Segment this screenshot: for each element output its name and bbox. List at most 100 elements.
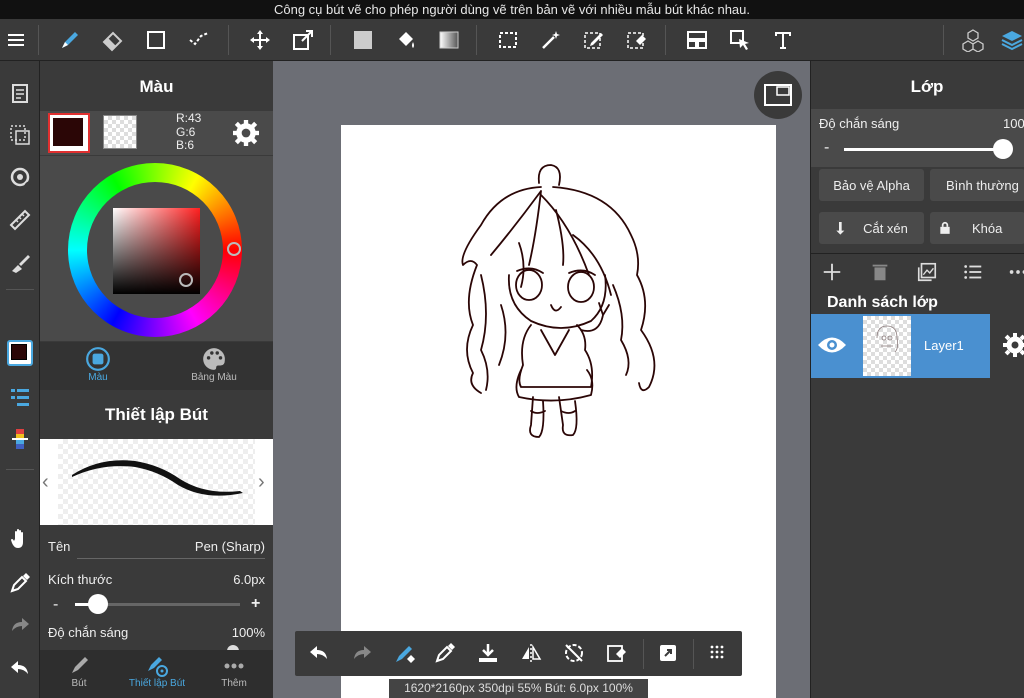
chibi-sketch-illustration: [461, 164, 656, 438]
rotate-canvas-icon[interactable]: [4, 161, 36, 193]
hand-tool-icon[interactable]: [4, 523, 36, 555]
save-download-icon[interactable]: [472, 637, 504, 669]
size-slider-track[interactable]: [75, 594, 240, 614]
material-icon[interactable]: [957, 24, 989, 56]
pen-tool-icon[interactable]: [54, 24, 86, 56]
bucket-tool-icon[interactable]: [390, 24, 422, 56]
layer-settings-gear-icon[interactable]: [1003, 333, 1024, 357]
frame-divider-icon[interactable]: [681, 24, 713, 56]
sv-picker-handle[interactable]: [179, 273, 193, 287]
correction-tool-icon[interactable]: [183, 24, 215, 56]
select-pen-icon[interactable]: [578, 24, 610, 56]
eraser-tool-icon[interactable]: [97, 24, 129, 56]
tab-brush-settings-label: Thiết lập Bút: [128, 678, 186, 689]
hue-picker-handle[interactable]: [227, 242, 241, 256]
add-layer-icon[interactable]: [821, 261, 843, 283]
fill-color-icon[interactable]: [347, 24, 379, 56]
undo-icon[interactable]: [4, 652, 36, 684]
layer-name: Layer1: [924, 338, 964, 353]
ruler-icon[interactable]: [4, 204, 36, 236]
brush-opacity-value: 100%: [231, 625, 265, 640]
eyedropper-icon[interactable]: [429, 637, 461, 669]
layer-row[interactable]: Layer1: [811, 314, 990, 378]
rgb-r-value: R:43: [176, 111, 202, 125]
color-slider-icon[interactable]: [4, 423, 36, 455]
lock-icon: [940, 221, 950, 234]
layer-opacity-knob[interactable]: [993, 139, 1013, 159]
select-tool-icon[interactable]: [492, 24, 524, 56]
view-frame-icon: [764, 84, 792, 106]
shape-tool-icon[interactable]: [140, 24, 172, 56]
lock-button[interactable]: Khóa: [930, 212, 1024, 244]
layers-icon[interactable]: [996, 24, 1024, 56]
filter-brush-icon[interactable]: [4, 247, 36, 279]
color-wheel-area: [40, 155, 273, 341]
layer-opacity-slider[interactable]: [844, 139, 1013, 159]
tab-color[interactable]: Màu: [40, 346, 156, 390]
clipping-label: Cắt xén: [863, 220, 908, 236]
tab-brush-settings[interactable]: Thiết lập Bút: [118, 654, 196, 698]
sub-color-swatch[interactable]: [103, 115, 137, 149]
drawing-canvas[interactable]: [341, 125, 776, 698]
tab-more[interactable]: Thêm: [195, 654, 273, 698]
left-tool-rail: [0, 61, 40, 698]
layer-list-icon[interactable]: [962, 261, 984, 283]
flip-horizontal-icon[interactable]: [515, 637, 547, 669]
tab-brush[interactable]: Bút: [40, 654, 118, 698]
size-decrease-button[interactable]: -: [53, 596, 58, 614]
alpha-protect-button[interactable]: Bảo vệ Alpha: [819, 169, 924, 201]
gradient-tool-icon[interactable]: [433, 24, 465, 56]
layer-opacity-label: Độ chắn sáng: [819, 116, 900, 131]
current-color-swatch[interactable]: [4, 337, 36, 369]
eyedropper-icon[interactable]: [4, 567, 36, 599]
brush-size-value: 6.0px: [233, 572, 265, 587]
more-grid-icon[interactable]: [701, 637, 733, 669]
share-external-icon[interactable]: [652, 637, 684, 669]
transform-tool-icon[interactable]: [287, 24, 319, 56]
rgb-b-value: B:6: [176, 138, 195, 152]
brush-name-label: Tên: [48, 539, 71, 554]
layer-panel: Lớp Độ chắn sáng 100 - Bảo vệ Alpha Bình…: [810, 61, 1024, 698]
brush-size-label: Kích thước: [48, 572, 113, 587]
color-settings-gear-icon[interactable]: [233, 120, 259, 146]
canvas-info-bar: 1620*2160px 350dpi 55% Bút: 6.0px 100%: [389, 679, 648, 698]
clipping-arrow-icon: [836, 222, 845, 235]
tab-palette-label: Bảng Màu: [191, 372, 237, 383]
delete-layer-icon[interactable]: [869, 261, 891, 283]
tab-palette[interactable]: Bảng Màu: [156, 346, 272, 390]
select-eraser-icon[interactable]: [621, 24, 653, 56]
menu-icon[interactable]: [0, 24, 32, 56]
more-dots-icon: [224, 663, 244, 669]
move-tool-icon[interactable]: [244, 24, 276, 56]
view-toggle-button[interactable]: [754, 71, 802, 119]
size-increase-button[interactable]: +: [251, 595, 260, 613]
clear-layer-icon[interactable]: [601, 637, 633, 669]
redo-icon[interactable]: [346, 637, 378, 669]
rotate-reset-icon[interactable]: [558, 637, 590, 669]
canvas-area[interactable]: 1620*2160px 350dpi 55% Bút: 6.0px 100%: [273, 61, 810, 698]
layer-more-icon[interactable]: [1007, 261, 1024, 283]
pen-eraser-toggle-icon[interactable]: [389, 637, 421, 669]
brush-next-arrow-icon[interactable]: ›: [258, 471, 265, 494]
main-color-swatch[interactable]: [48, 113, 90, 153]
undo-icon[interactable]: [303, 637, 335, 669]
brush-settings-tab-icon: [148, 657, 168, 677]
tab-brush-label: Bút: [71, 678, 87, 689]
operation-tool-icon[interactable]: [724, 24, 756, 56]
text-tool-icon[interactable]: [767, 24, 799, 56]
clipping-button[interactable]: Cắt xén: [819, 212, 924, 244]
size-slider-knob[interactable]: [88, 594, 108, 614]
brush-name-value[interactable]: Pen (Sharp): [195, 539, 265, 554]
blend-mode-button[interactable]: Bình thường: [930, 169, 1024, 201]
layer-image-icon[interactable]: [916, 261, 938, 283]
document-icon[interactable]: [4, 77, 36, 109]
redo-icon[interactable]: [4, 609, 36, 641]
canvas-bottom-toolbar: [295, 631, 742, 676]
brush-prev-arrow-icon[interactable]: ‹: [42, 471, 49, 494]
rgb-g-value: G:6: [176, 124, 196, 139]
brush-list-icon[interactable]: [4, 381, 36, 413]
layer-visibility-eye-icon[interactable]: [817, 334, 847, 356]
selection-layer-icon[interactable]: [4, 119, 36, 151]
layer-opacity-decrease-button[interactable]: -: [824, 139, 829, 157]
magic-wand-icon[interactable]: [535, 24, 567, 56]
